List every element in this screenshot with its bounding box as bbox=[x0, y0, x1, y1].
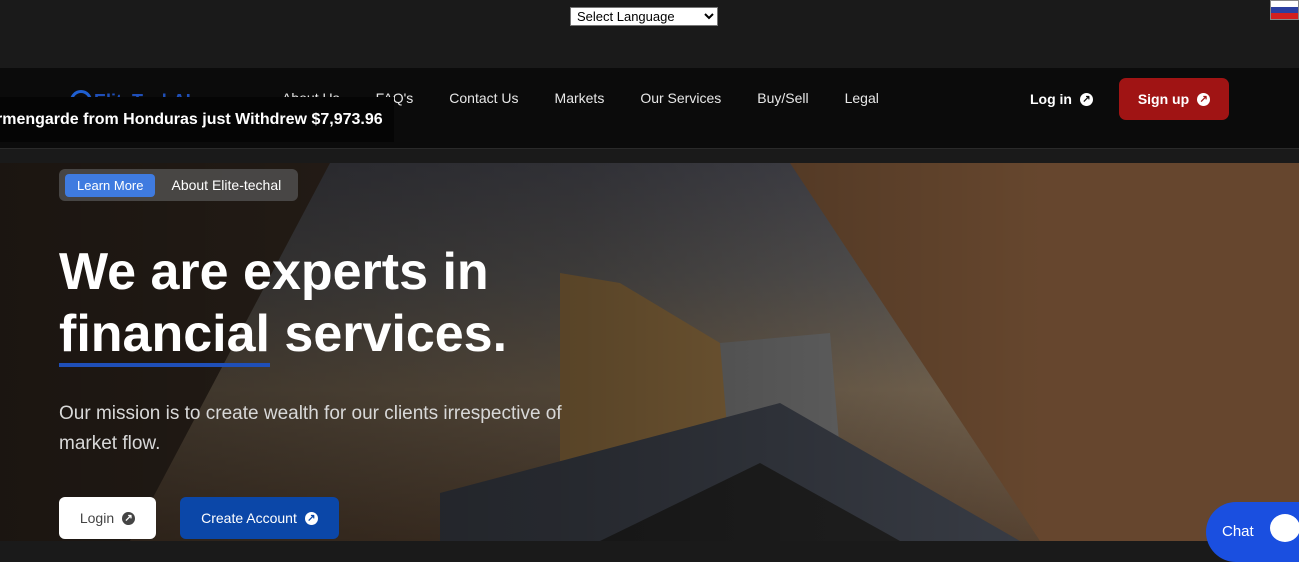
nav-link-legal[interactable]: Legal bbox=[827, 90, 897, 106]
nav-link-buy-sell[interactable]: Buy/Sell bbox=[739, 90, 826, 106]
signup-button[interactable]: Sign up ↗ bbox=[1119, 78, 1229, 120]
headline-line-1: We are experts in bbox=[59, 243, 489, 301]
learn-more-button[interactable]: Learn More bbox=[65, 173, 156, 197]
hero-login-button[interactable]: Login ↗ bbox=[59, 497, 156, 539]
mission-text: Our mission is to create wealth for our … bbox=[59, 403, 562, 454]
arrow-up-right-circle-icon: ↗ bbox=[1197, 92, 1211, 106]
headline-underlined-word: financial bbox=[59, 305, 270, 367]
language-select[interactable]: Select Language bbox=[570, 7, 718, 26]
login-link-label: Log in bbox=[1030, 91, 1072, 107]
signup-button-label: Sign up bbox=[1137, 91, 1190, 107]
chat-widget[interactable]: Chat bbox=[1206, 502, 1299, 562]
nav-link-markets[interactable]: Markets bbox=[537, 90, 623, 106]
create-account-label: Create Account bbox=[201, 510, 297, 526]
top-bar: Select Language bbox=[0, 0, 1299, 68]
arrow-up-right-circle-icon: ↗ bbox=[1080, 92, 1093, 106]
nav-link-contact-us[interactable]: Contact Us bbox=[431, 90, 536, 106]
login-link[interactable]: Log in ↗ bbox=[1030, 88, 1093, 110]
ticker-text: rmengarde from Honduras just Withdrew $7… bbox=[0, 110, 383, 128]
withdrawal-ticker: rmengarde from Honduras just Withdrew $7… bbox=[0, 97, 394, 142]
hero-section: Learn More About Elite-techal We are exp… bbox=[0, 163, 1299, 541]
hero-login-label: Login bbox=[79, 510, 115, 526]
arrow-up-right-circle-icon: ↗ bbox=[304, 511, 318, 525]
about-pill: Learn More About Elite-techal bbox=[59, 169, 298, 201]
arrow-up-right-circle-icon: ↗ bbox=[122, 511, 136, 525]
headline-rest: services. bbox=[269, 305, 508, 363]
create-account-button[interactable]: Create Account ↗ bbox=[180, 497, 339, 539]
about-pill-text: About Elite-techal bbox=[171, 177, 282, 193]
nav-link-our-services[interactable]: Our Services bbox=[622, 90, 739, 106]
hero-headline: We are experts in financial services. bbox=[59, 241, 619, 367]
chat-label: Chat bbox=[1222, 523, 1254, 540]
flag-icon[interactable] bbox=[1270, 0, 1299, 20]
chat-bubble-icon bbox=[1270, 514, 1299, 542]
